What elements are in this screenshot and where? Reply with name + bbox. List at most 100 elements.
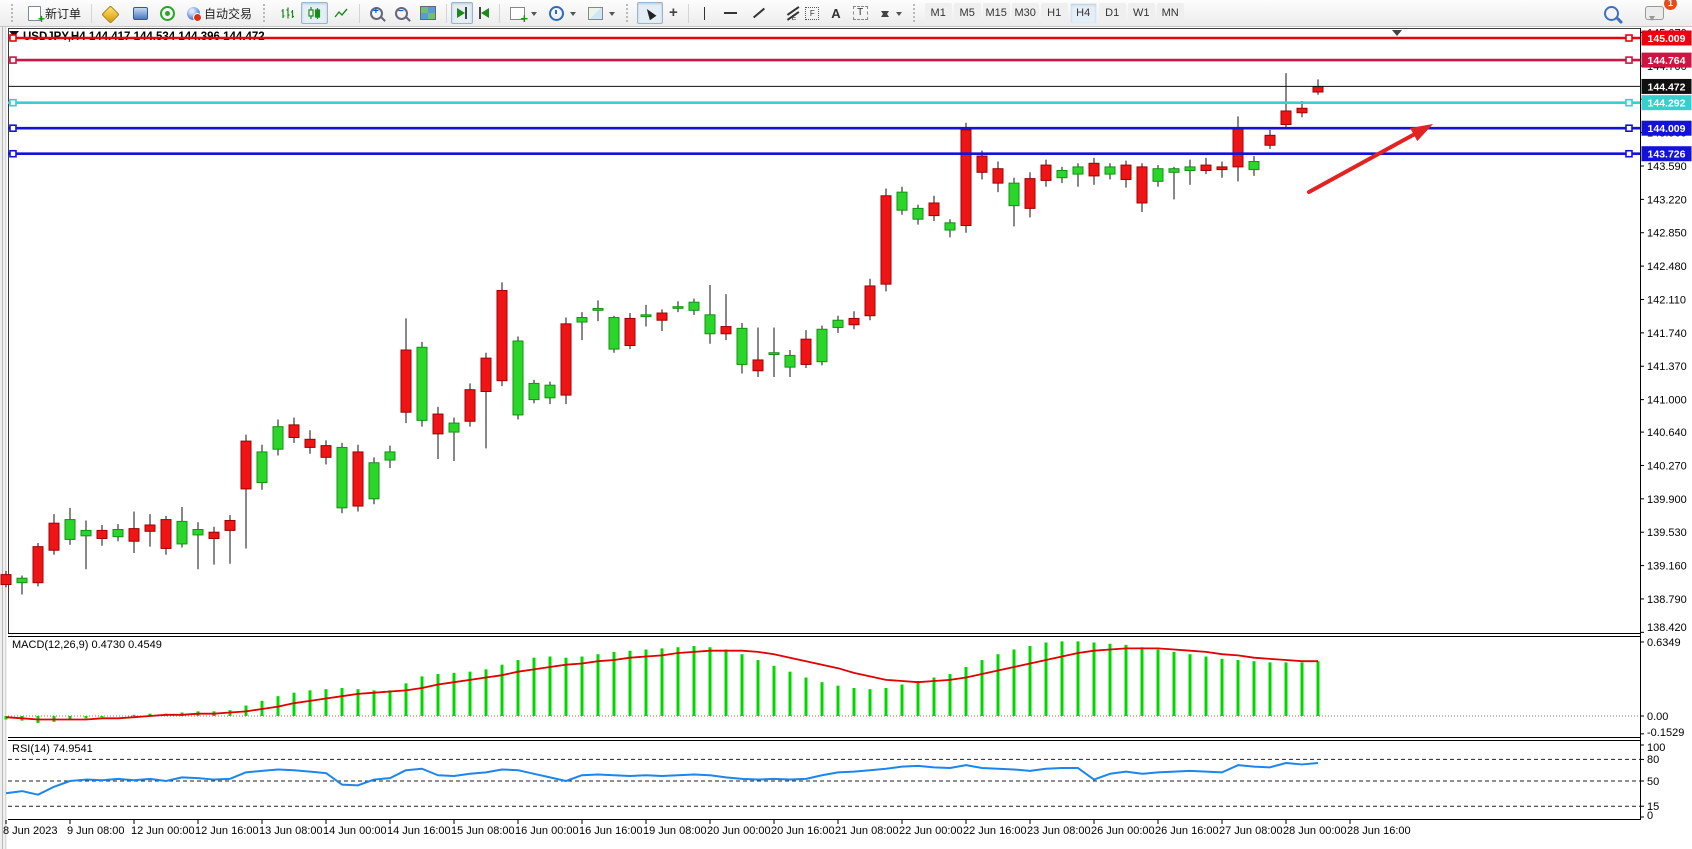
profiles-button[interactable] bbox=[96, 2, 127, 24]
line-handle[interactable] bbox=[1626, 35, 1632, 41]
candle-body bbox=[113, 529, 123, 536]
line-chart-button[interactable] bbox=[328, 2, 355, 24]
svg-text:144.764: 144.764 bbox=[1648, 55, 1686, 67]
cursor-icon bbox=[644, 7, 657, 21]
auto-scroll-button[interactable] bbox=[451, 2, 473, 24]
zoom-out-button[interactable]: − bbox=[389, 2, 414, 24]
zoom-in-icon: + bbox=[370, 7, 383, 20]
notifications-button[interactable]: 1 bbox=[1639, 2, 1670, 24]
timeframe-button-m30[interactable]: M30 bbox=[1012, 3, 1039, 24]
candle-body bbox=[1313, 87, 1323, 92]
toolbar-grip bbox=[11, 4, 17, 22]
separator bbox=[499, 4, 500, 23]
timeframe-button-h1[interactable]: H1 bbox=[1041, 3, 1068, 24]
candle-body bbox=[913, 208, 923, 219]
timeframe-button-mn[interactable]: MN bbox=[1157, 3, 1184, 24]
signals-button[interactable] bbox=[154, 2, 181, 24]
line-handle[interactable] bbox=[1626, 57, 1632, 63]
time-label: 22 Jun 16:00 bbox=[963, 825, 1027, 837]
templates-button[interactable] bbox=[582, 2, 621, 24]
line-handle[interactable] bbox=[10, 125, 16, 131]
text-icon: A bbox=[831, 6, 840, 21]
timeframe-button-m5[interactable]: M5 bbox=[954, 3, 981, 24]
templates-icon bbox=[588, 7, 603, 20]
candle-body bbox=[513, 341, 523, 415]
time-label: 28 Jun 16:00 bbox=[1347, 825, 1411, 837]
channel-icon: E bbox=[779, 7, 793, 19]
time-label: 19 Jun 08:00 bbox=[643, 825, 707, 837]
chart-shift-button[interactable] bbox=[473, 2, 495, 24]
vertical-line-tool-button[interactable] bbox=[693, 2, 717, 24]
crosshair-tool-button[interactable]: + bbox=[663, 2, 684, 24]
fibonacci-tool-button[interactable]: F bbox=[799, 2, 825, 24]
candle-body bbox=[993, 169, 1003, 183]
candle-body bbox=[929, 203, 939, 216]
vertical-line-icon bbox=[704, 7, 706, 20]
timeframe-button-h4[interactable]: H4 bbox=[1070, 3, 1097, 24]
candle-body bbox=[577, 318, 587, 323]
candle-body bbox=[465, 390, 475, 422]
svg-text:0: 0 bbox=[1647, 810, 1653, 822]
line-handle[interactable] bbox=[10, 151, 16, 157]
candle-body bbox=[33, 547, 43, 583]
candlestick-chart-button[interactable] bbox=[301, 2, 328, 24]
candle-body bbox=[1137, 167, 1147, 203]
line-handle[interactable] bbox=[10, 100, 16, 106]
toolbar: 新订单 自动交易 + − bbox=[0, 0, 1692, 27]
auto-trading-icon bbox=[187, 7, 200, 20]
periods-button[interactable] bbox=[543, 2, 582, 24]
candle-body bbox=[305, 439, 315, 447]
time-label: 12 Jun 00:00 bbox=[131, 825, 195, 837]
channel-tool-button[interactable]: E bbox=[773, 2, 799, 24]
trendline-tool-button[interactable] bbox=[745, 2, 773, 24]
candle-body bbox=[657, 313, 667, 320]
time-label: 28 Jun 00:00 bbox=[1283, 825, 1347, 837]
timeframe-button-d1[interactable]: D1 bbox=[1099, 3, 1126, 24]
time-label: 16 Jun 16:00 bbox=[579, 825, 643, 837]
market-watch-button[interactable] bbox=[127, 2, 154, 24]
market-watch-icon bbox=[133, 7, 148, 20]
candle-body bbox=[17, 578, 27, 583]
timeframe-button-m1[interactable]: M1 bbox=[925, 3, 952, 24]
candle-body bbox=[417, 347, 427, 420]
candle-body bbox=[801, 339, 811, 364]
line-handle[interactable] bbox=[10, 57, 16, 63]
line-chart-icon bbox=[334, 6, 349, 21]
candle-body bbox=[1009, 183, 1019, 206]
line-handle[interactable] bbox=[10, 35, 16, 41]
svg-text:0.6349: 0.6349 bbox=[1647, 637, 1681, 649]
bar-chart-button[interactable] bbox=[274, 2, 301, 24]
line-handle[interactable] bbox=[1626, 100, 1632, 106]
price-chart[interactable]: 145.070144.700144.330143.960143.590143.2… bbox=[0, 27, 1692, 849]
time-label: 12 Jun 16:00 bbox=[195, 825, 259, 837]
toolbar-grip bbox=[263, 4, 269, 22]
search-button[interactable] bbox=[1598, 2, 1625, 24]
svg-text:144.472: 144.472 bbox=[1648, 81, 1686, 93]
line-handle[interactable] bbox=[1626, 125, 1632, 131]
indicators-button[interactable] bbox=[504, 2, 543, 24]
svg-text:142.110: 142.110 bbox=[1647, 294, 1686, 306]
horizontal-line-tool-button[interactable] bbox=[716, 2, 745, 24]
svg-text:143.590: 143.590 bbox=[1647, 161, 1687, 173]
zoom-in-button[interactable]: + bbox=[364, 2, 389, 24]
candle-body bbox=[241, 441, 251, 489]
time-label: 22 Jun 00:00 bbox=[899, 825, 963, 837]
candle-body bbox=[545, 385, 555, 398]
cursor-tool-button[interactable] bbox=[637, 2, 663, 24]
tile-windows-icon bbox=[420, 6, 436, 20]
candle-body bbox=[1073, 167, 1083, 174]
svg-text:140.270: 140.270 bbox=[1647, 460, 1687, 472]
label-tool-button[interactable]: T bbox=[847, 2, 874, 24]
timeframe-button-w1[interactable]: W1 bbox=[1128, 3, 1155, 24]
candle-body bbox=[1105, 167, 1115, 174]
new-order-button[interactable]: 新订单 bbox=[22, 2, 87, 24]
arrows-tool-button[interactable] bbox=[874, 2, 908, 24]
time-label: 14 Jun 00:00 bbox=[323, 825, 387, 837]
line-handle[interactable] bbox=[1626, 151, 1632, 157]
candle-body bbox=[1121, 165, 1131, 179]
timeframe-button-m15[interactable]: M15 bbox=[983, 3, 1010, 24]
auto-trading-button[interactable]: 自动交易 bbox=[181, 2, 258, 24]
text-tool-button[interactable]: A bbox=[825, 2, 846, 24]
tile-windows-button[interactable] bbox=[414, 2, 442, 24]
candle-body bbox=[177, 521, 187, 544]
